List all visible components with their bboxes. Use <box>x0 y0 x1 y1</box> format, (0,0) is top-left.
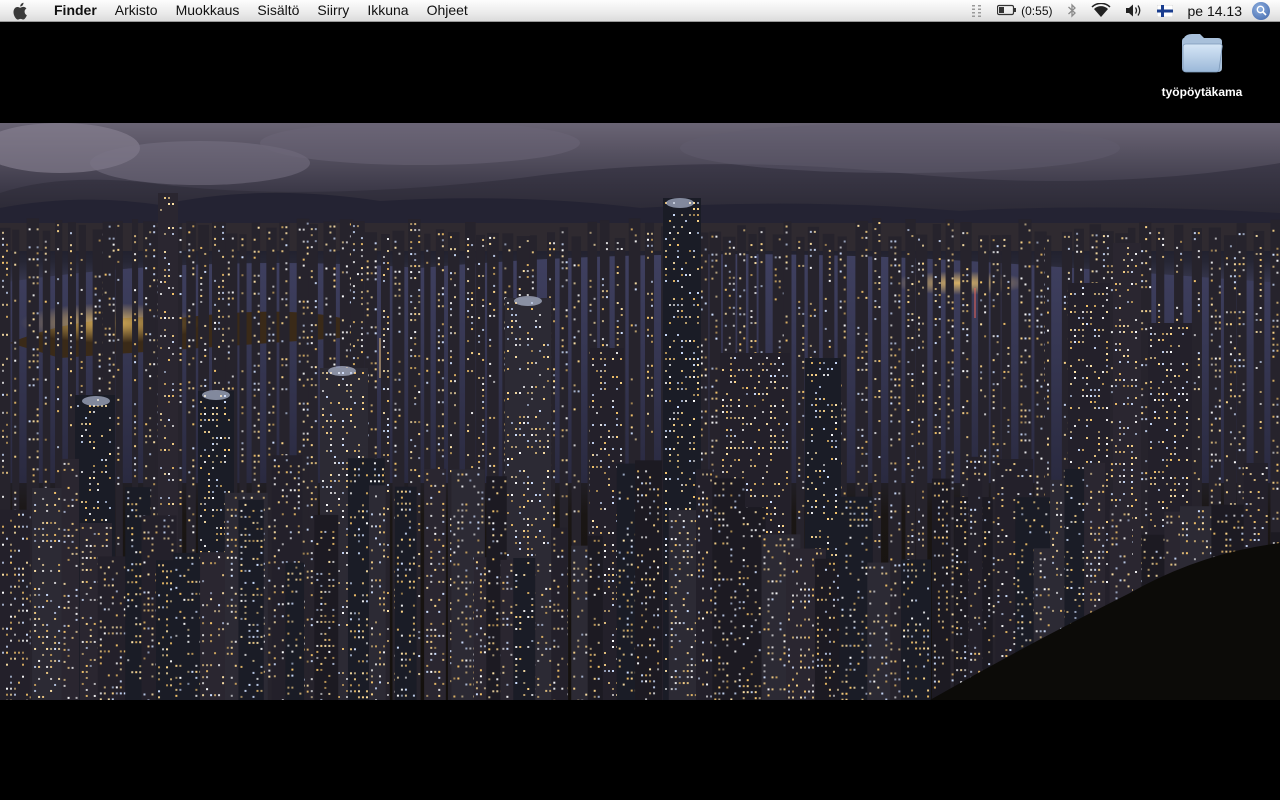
menu-bar-left: Finder Arkisto Muokkaus Sisältö Siirry I… <box>0 0 477 21</box>
menu-bar: Finder Arkisto Muokkaus Sisältö Siirry I… <box>0 0 1280 22</box>
menu-clock[interactable]: pe 14.13 <box>1188 3 1243 19</box>
wifi-icon[interactable] <box>1090 0 1111 21</box>
battery-time: (0:55) <box>1021 3 1053 18</box>
finnish-flag-icon[interactable] <box>1156 0 1173 21</box>
spotlight-icon[interactable] <box>1252 1 1270 20</box>
menu-ohjeet[interactable]: Ohjeet <box>418 0 477 21</box>
wallpaper-image <box>0 123 1280 700</box>
battery-icon <box>997 3 1017 19</box>
desktop-item-label: työpöytäkama <box>1161 85 1243 99</box>
menu-app-finder[interactable]: Finder <box>40 0 106 21</box>
apple-icon[interactable] <box>0 0 40 21</box>
resize-grip-icon <box>971 0 983 21</box>
desktop[interactable]: työpöytäkama <box>0 22 1280 800</box>
menu-siirry[interactable]: Siirry <box>308 0 358 21</box>
bluetooth-icon[interactable] <box>1067 0 1077 21</box>
desktop-item-folder[interactable]: työpöytäkama <box>1152 30 1252 99</box>
folder-icon[interactable] <box>1152 30 1252 81</box>
menu-bar-extras: (0:55) pe 14.13 <box>964 0 1280 21</box>
volume-icon[interactable] <box>1125 0 1143 21</box>
menu-ikkuna[interactable]: Ikkuna <box>358 0 417 21</box>
skyline-illustration <box>0 123 1280 700</box>
menu-arkisto[interactable]: Arkisto <box>106 0 167 21</box>
menu-sisalto[interactable]: Sisältö <box>248 0 308 21</box>
menu-muokkaus[interactable]: Muokkaus <box>167 0 249 21</box>
battery-status[interactable]: (0:55) <box>997 0 1053 21</box>
